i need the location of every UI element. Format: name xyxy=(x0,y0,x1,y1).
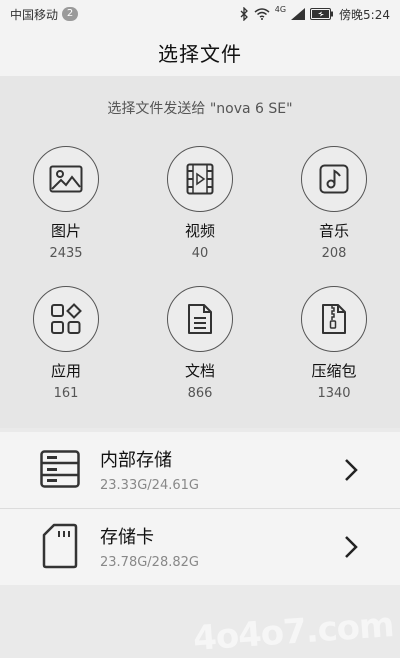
storage-row-sd-card[interactable]: 存储卡 23.78G/28.82G xyxy=(0,509,400,585)
category-images[interactable]: 图片 2435 xyxy=(6,146,126,261)
status-left: 中国移动 2 xyxy=(10,6,79,23)
storage-text: 存储卡 23.78G/28.82G xyxy=(100,523,199,570)
archive-icon xyxy=(301,286,367,352)
category-apps[interactable]: 应用 161 xyxy=(6,286,126,401)
network-type-label: 4G xyxy=(274,4,287,14)
status-time: 傍晚5:24 xyxy=(339,7,390,22)
header: 选择文件 xyxy=(0,28,400,76)
category-music[interactable]: 音乐 208 xyxy=(274,146,394,261)
video-icon xyxy=(167,146,233,212)
document-icon xyxy=(167,286,233,352)
storage-name: 内部存储 xyxy=(100,450,172,471)
image-icon xyxy=(33,146,99,212)
category-panel: 选择文件发送给 "nova 6 SE" 图片 2435 视频 40 音乐 208… xyxy=(0,76,400,428)
category-label: 音乐 xyxy=(318,222,349,240)
wifi-icon xyxy=(254,8,270,20)
category-count: 2435 xyxy=(49,246,83,261)
send-target-subtitle: 选择文件发送给 "nova 6 SE" xyxy=(107,101,293,117)
category-label: 视频 xyxy=(184,222,215,240)
category-label: 应用 xyxy=(50,362,81,380)
category-label: 图片 xyxy=(50,222,81,240)
status-bar: 中国移动 2 4G 傍晚5:24 xyxy=(0,0,400,28)
chevron-right-icon xyxy=(344,458,358,486)
category-count: 1340 xyxy=(317,386,351,401)
music-icon xyxy=(301,146,367,212)
category-label: 文档 xyxy=(184,362,215,380)
storage-size: 23.33G/24.61G xyxy=(100,478,199,493)
category-documents[interactable]: 文档 866 xyxy=(140,286,260,401)
storage-name: 存储卡 xyxy=(100,527,154,548)
category-count: 866 xyxy=(187,386,213,401)
signal-icon xyxy=(291,8,306,20)
category-archives[interactable]: 压缩包 1340 xyxy=(274,286,394,401)
category-label: 压缩包 xyxy=(311,362,357,380)
storage-row-internal[interactable]: 内部存储 23.33G/24.61G xyxy=(0,432,400,508)
bluetooth-icon xyxy=(239,7,249,21)
storage-text: 内部存储 23.33G/24.61G xyxy=(100,446,199,493)
apps-icon xyxy=(33,286,99,352)
carrier-name: 中国移动 xyxy=(10,7,59,22)
page-title: 选择文件 xyxy=(158,41,242,66)
chevron-right-icon xyxy=(344,535,358,563)
category-count: 161 xyxy=(53,386,79,401)
storage-size: 23.78G/28.82G xyxy=(100,555,199,570)
category-count: 40 xyxy=(191,246,209,261)
status-right: 4G 傍晚5:24 xyxy=(239,4,390,23)
internal-storage-icon xyxy=(40,450,80,492)
category-count: 208 xyxy=(321,246,347,261)
battery-icon xyxy=(310,8,334,20)
notification-count-badge: 2 xyxy=(62,7,79,21)
watermark: 4o4o7.com xyxy=(192,605,396,658)
category-videos[interactable]: 视频 40 xyxy=(140,146,260,261)
sd-card-icon xyxy=(42,523,78,573)
